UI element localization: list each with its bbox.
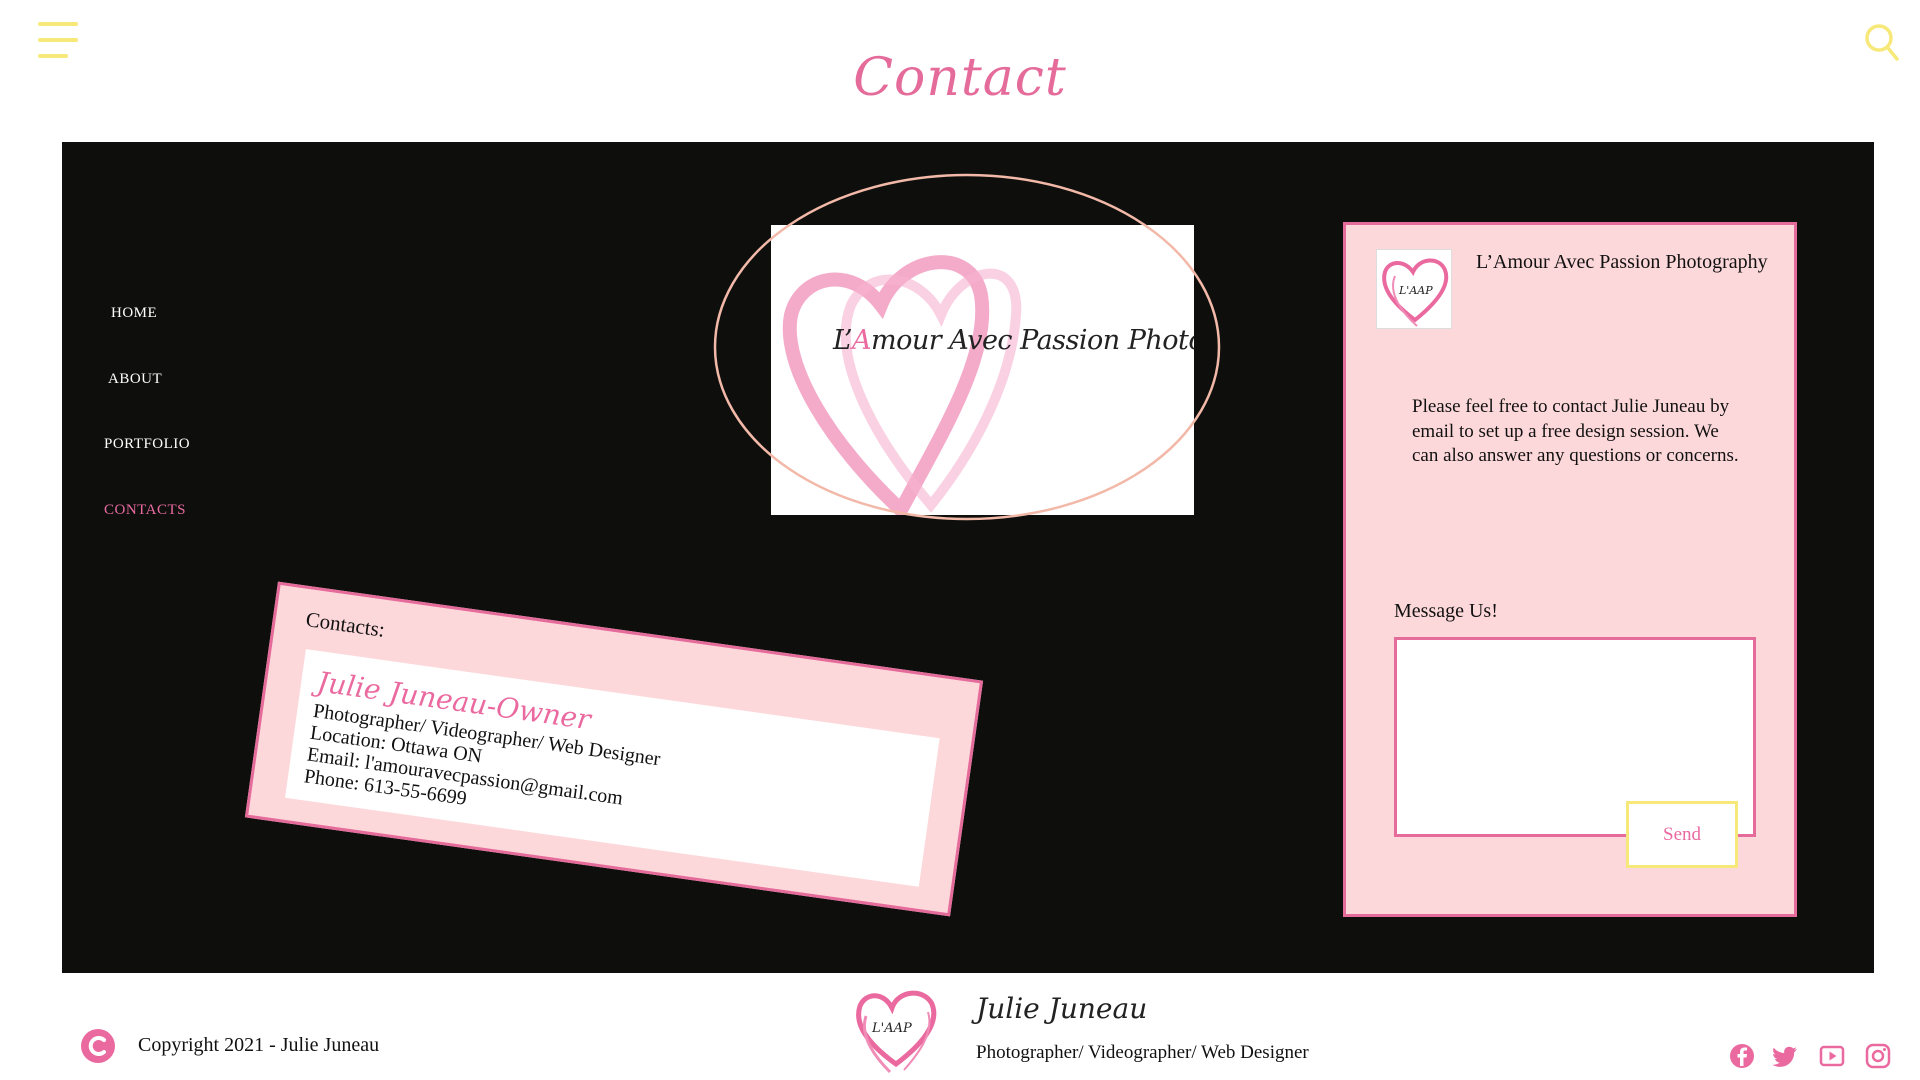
send-button[interactable]: Send bbox=[1626, 801, 1738, 868]
nav-about[interactable]: ABOUT bbox=[108, 371, 162, 388]
contact-invitation-text: Please feel free to contact Julie Juneau… bbox=[1412, 396, 1739, 466]
page-title: Contact bbox=[853, 48, 1067, 108]
copyright-text: Copyright 2021 - Julie Juneau bbox=[138, 1034, 380, 1056]
facebook-icon[interactable] bbox=[1728, 1042, 1756, 1070]
instagram-icon[interactable] bbox=[1864, 1042, 1892, 1070]
brand-name: L’Amour Avec Passion Photography bbox=[1476, 251, 1768, 273]
footer-heart-logo-icon[interactable]: L'AAP bbox=[850, 982, 940, 1076]
youtube-icon[interactable] bbox=[1818, 1042, 1846, 1070]
svg-text:L'AAP: L'AAP bbox=[871, 1021, 912, 1036]
footer-tagline: Photographer/ Videographer/ Web Designer bbox=[976, 1042, 1309, 1063]
message-card: L'AAP L’Amour Avec Passion Photography P… bbox=[1343, 222, 1797, 917]
logo-ellipse-frame bbox=[713, 173, 1221, 521]
brand-heart-logo: L'AAP bbox=[1376, 249, 1452, 329]
nav-portfolio[interactable]: PORTFOLIO bbox=[104, 436, 190, 453]
nav-contacts[interactable]: CONTACTS bbox=[104, 502, 186, 519]
svg-text:L'AAP: L'AAP bbox=[1398, 284, 1433, 297]
twitter-icon[interactable] bbox=[1772, 1042, 1800, 1070]
message-label: Message Us! bbox=[1394, 600, 1498, 622]
heart-logo-icon: L'AAP bbox=[1382, 258, 1449, 327]
contacts-heading: Contacts: bbox=[304, 607, 387, 642]
copyright-icon bbox=[81, 1029, 115, 1063]
nav-home[interactable]: HOME bbox=[111, 305, 157, 322]
footer-name: Julie Juneau bbox=[976, 992, 1148, 1025]
